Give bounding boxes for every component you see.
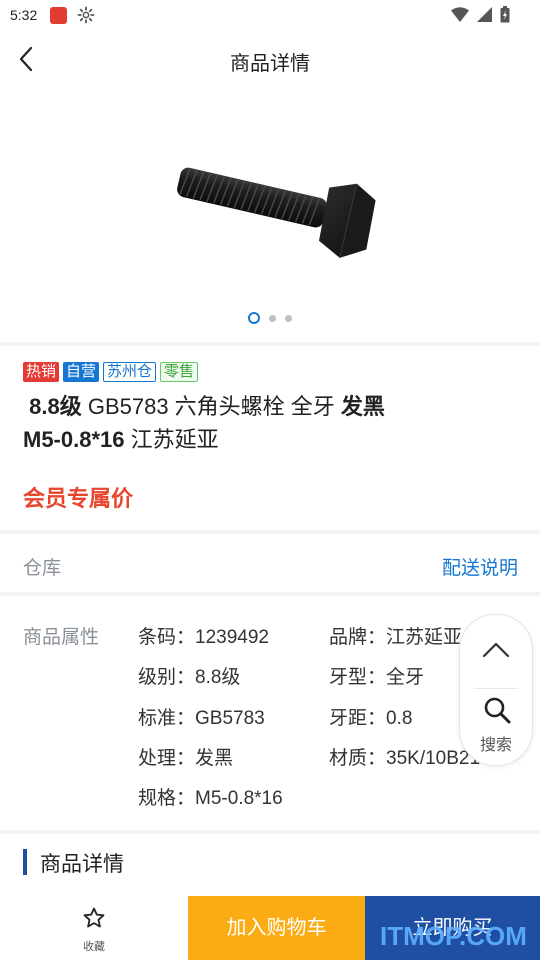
property-material: 材质：35K/10B21 bbox=[329, 748, 481, 769]
title-brand: 江苏延亚 bbox=[124, 427, 219, 452]
wifi-icon bbox=[451, 7, 469, 27]
favorite-button[interactable]: 收藏 bbox=[0, 896, 188, 960]
warehouse-label: 仓库 bbox=[23, 558, 62, 579]
title-finish: 发黑 bbox=[340, 394, 385, 419]
search-button[interactable]: 搜索 bbox=[460, 691, 532, 763]
product-image-carousel[interactable] bbox=[0, 86, 540, 342]
property-brand: 品牌：江苏延亚 bbox=[329, 627, 463, 648]
add-to-cart-button[interactable]: 加入购物车 bbox=[188, 896, 365, 960]
favorite-label: 收藏 bbox=[83, 941, 105, 953]
search-label: 搜索 bbox=[479, 737, 512, 754]
top-bar: 商品详情 bbox=[0, 32, 540, 86]
hot-tag: 热销 bbox=[23, 362, 60, 382]
carousel-dot[interactable] bbox=[285, 314, 292, 322]
watermark: ITMOP.COM bbox=[380, 921, 527, 951]
section-accent-bar bbox=[23, 849, 27, 875]
carousel-indicator bbox=[0, 312, 540, 324]
title-spec: M5-0.8*16 bbox=[23, 427, 125, 452]
divider bbox=[0, 830, 540, 834]
member-price-label: 会员专属价 bbox=[23, 486, 134, 511]
property-treatment: 处理：发黑 bbox=[138, 748, 234, 769]
divider bbox=[474, 688, 518, 689]
title-standard: GB5783 六角头螺栓 全牙 bbox=[81, 394, 341, 419]
self-operated-tag: 自营 bbox=[63, 362, 100, 382]
property-spec: 规格：M5-0.8*16 bbox=[138, 788, 283, 809]
delivery-info-link[interactable]: 配送说明 bbox=[442, 553, 518, 580]
divider bbox=[0, 592, 540, 596]
status-bar: 5:32 bbox=[0, 0, 540, 32]
property-barcode: 条码：1239492 bbox=[138, 627, 269, 648]
status-time: 5:32 bbox=[10, 7, 38, 23]
signal-icon bbox=[477, 7, 492, 27]
carousel-dot-active[interactable] bbox=[248, 312, 260, 324]
product-title: 8.8级 GB5783 六角头螺栓 全牙 发黑 M5-0.8*16 江苏延亚 bbox=[23, 390, 493, 456]
divider bbox=[0, 342, 540, 346]
product-image bbox=[165, 154, 385, 269]
details-title: 商品详情 bbox=[40, 853, 124, 876]
battery-icon bbox=[500, 6, 510, 28]
scroll-to-top-button[interactable] bbox=[460, 615, 532, 687]
star-icon bbox=[83, 907, 105, 928]
floating-action-panel: 搜索 bbox=[459, 614, 533, 766]
chevron-up-icon bbox=[482, 642, 510, 658]
app-notification-icon bbox=[50, 7, 67, 24]
divider bbox=[0, 530, 540, 534]
property-thread-type: 牙型：全牙 bbox=[329, 667, 425, 688]
warehouse-row: 仓库 配送说明 bbox=[0, 536, 540, 592]
product-tags: 热销 自营 苏州仓 零售 bbox=[23, 362, 199, 382]
property-pitch: 牙距：0.8 bbox=[329, 708, 413, 729]
warehouse-tag: 苏州仓 bbox=[103, 362, 157, 382]
carousel-dot[interactable] bbox=[269, 314, 276, 322]
search-icon bbox=[484, 697, 511, 724]
page-title: 商品详情 bbox=[230, 53, 310, 75]
property-standard: 标准：GB5783 bbox=[138, 708, 265, 729]
title-grade: 8.8级 bbox=[29, 394, 82, 419]
settings-notification-icon bbox=[77, 6, 95, 29]
property-grade: 级别：8.8级 bbox=[138, 667, 241, 688]
retail-tag: 零售 bbox=[160, 362, 199, 382]
